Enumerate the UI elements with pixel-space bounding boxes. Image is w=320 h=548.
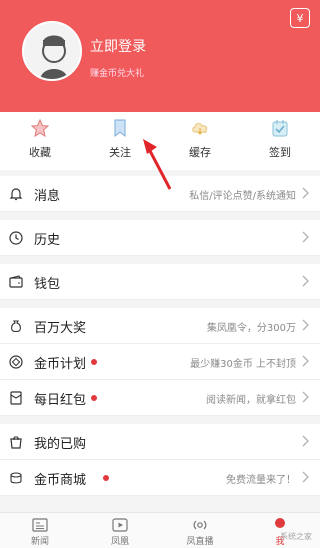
moneybag-icon xyxy=(11,320,21,333)
menu-item-hint: 免费流量来了！ xyxy=(226,475,296,486)
coin-plan-icon xyxy=(9,355,23,369)
login-subtitle: 赚金币兑大礼 xyxy=(90,69,145,79)
menu-item-coin-plan[interactable]: 金币计划 最少赚30金币 上不封顶 xyxy=(0,344,320,380)
menu-item-label: 每日红包 xyxy=(34,393,87,408)
quick-action-favorites[interactable]: 收藏 xyxy=(0,112,80,170)
annotation-arrow-icon xyxy=(143,139,172,190)
login-title[interactable]: 立即登录 xyxy=(90,36,146,56)
notification-dot xyxy=(91,395,97,401)
menu-item-label: 历史 xyxy=(34,233,61,248)
tab-phoenix[interactable]: 凤凰 xyxy=(80,513,160,548)
red-envelope-icon xyxy=(10,391,22,405)
cloud-icon xyxy=(192,123,208,135)
chevron-right-icon xyxy=(302,355,309,367)
chevron-right-icon xyxy=(302,471,309,483)
chevron-right-icon xyxy=(302,187,309,199)
chevron-right-icon xyxy=(302,391,309,403)
menu-item-daily-red-envelope[interactable]: 每日红包 阅读新闻，就拿红包 xyxy=(0,380,320,416)
tab-live[interactable]: 凤直播 xyxy=(160,513,240,548)
menu-item-label: 我的已购 xyxy=(34,437,87,452)
menu-item-history[interactable]: 历史 xyxy=(0,220,320,256)
wallet-icon xyxy=(9,275,23,288)
coin-stack-icon xyxy=(10,472,22,484)
chevron-right-icon xyxy=(302,435,309,447)
menu-item-label: 消息 xyxy=(34,189,61,204)
menu-list: 消息 私信/评论点赞/系统通知 历史 钱包 百万大奖 集凤凰令，分300万 金币… xyxy=(0,176,320,496)
watermark: 系统之家 xyxy=(280,532,312,541)
tab-label: 新闻 xyxy=(30,537,49,547)
quick-action-label: 关注 xyxy=(109,146,131,159)
chevron-right-icon xyxy=(302,231,309,243)
quick-action-label: 收藏 xyxy=(29,146,51,159)
live-icon xyxy=(193,520,207,530)
menu-item-label: 钱包 xyxy=(34,277,61,292)
play-icon xyxy=(112,518,128,532)
menu-item-wallet[interactable]: 钱包 xyxy=(0,264,320,300)
menu-item-label: 百万大奖 xyxy=(34,321,87,336)
menu-item-hint: 私信/评论点赞/系统通知 xyxy=(189,191,296,202)
quick-action-label: 签到 xyxy=(269,146,291,159)
profile-header: ¥ 立即登录 赚金币兑大礼 xyxy=(0,0,320,112)
news-icon xyxy=(32,518,48,532)
clock-icon xyxy=(9,231,23,245)
notification-dot xyxy=(91,359,97,365)
tab-label: 凤直播 xyxy=(186,537,214,547)
bottom-nav: 新闻 凤凰 凤直播 我 xyxy=(0,512,320,548)
bell-icon xyxy=(9,188,23,201)
menu-item-label: 金币商城 xyxy=(34,473,87,488)
avatar[interactable] xyxy=(22,21,82,81)
quick-action-label: 缓存 xyxy=(189,146,211,159)
shopping-bag-icon xyxy=(10,436,22,449)
chevron-right-icon xyxy=(302,275,309,287)
menu-item-purchased[interactable]: 我的已购 xyxy=(0,424,320,460)
chevron-right-icon xyxy=(302,319,309,331)
menu-item-million-prize[interactable]: 百万大奖 集凤凰令，分300万 xyxy=(0,308,320,344)
menu-item-coin-mall[interactable]: 金币商城 免费流量来了！ xyxy=(0,460,320,496)
avatar-icon xyxy=(24,23,80,79)
star-icon xyxy=(30,118,50,138)
calendar-check-icon xyxy=(272,120,288,137)
tab-label: 凤凰 xyxy=(110,537,129,547)
notification-dot xyxy=(103,475,109,481)
quick-action-checkin[interactable]: 签到 xyxy=(240,112,320,170)
bookmark-icon xyxy=(114,119,126,138)
menu-item-label: 金币计划 xyxy=(34,357,87,372)
menu-item-hint: 阅读新闻，就拿红包 xyxy=(206,395,296,406)
tab-news[interactable]: 新闻 xyxy=(0,513,80,548)
menu-item-hint: 最少赚30金币 上不封顶 xyxy=(190,359,296,370)
menu-item-hint: 集凤凰令，分300万 xyxy=(206,323,296,334)
coin-icon[interactable]: ¥ xyxy=(290,8,310,28)
